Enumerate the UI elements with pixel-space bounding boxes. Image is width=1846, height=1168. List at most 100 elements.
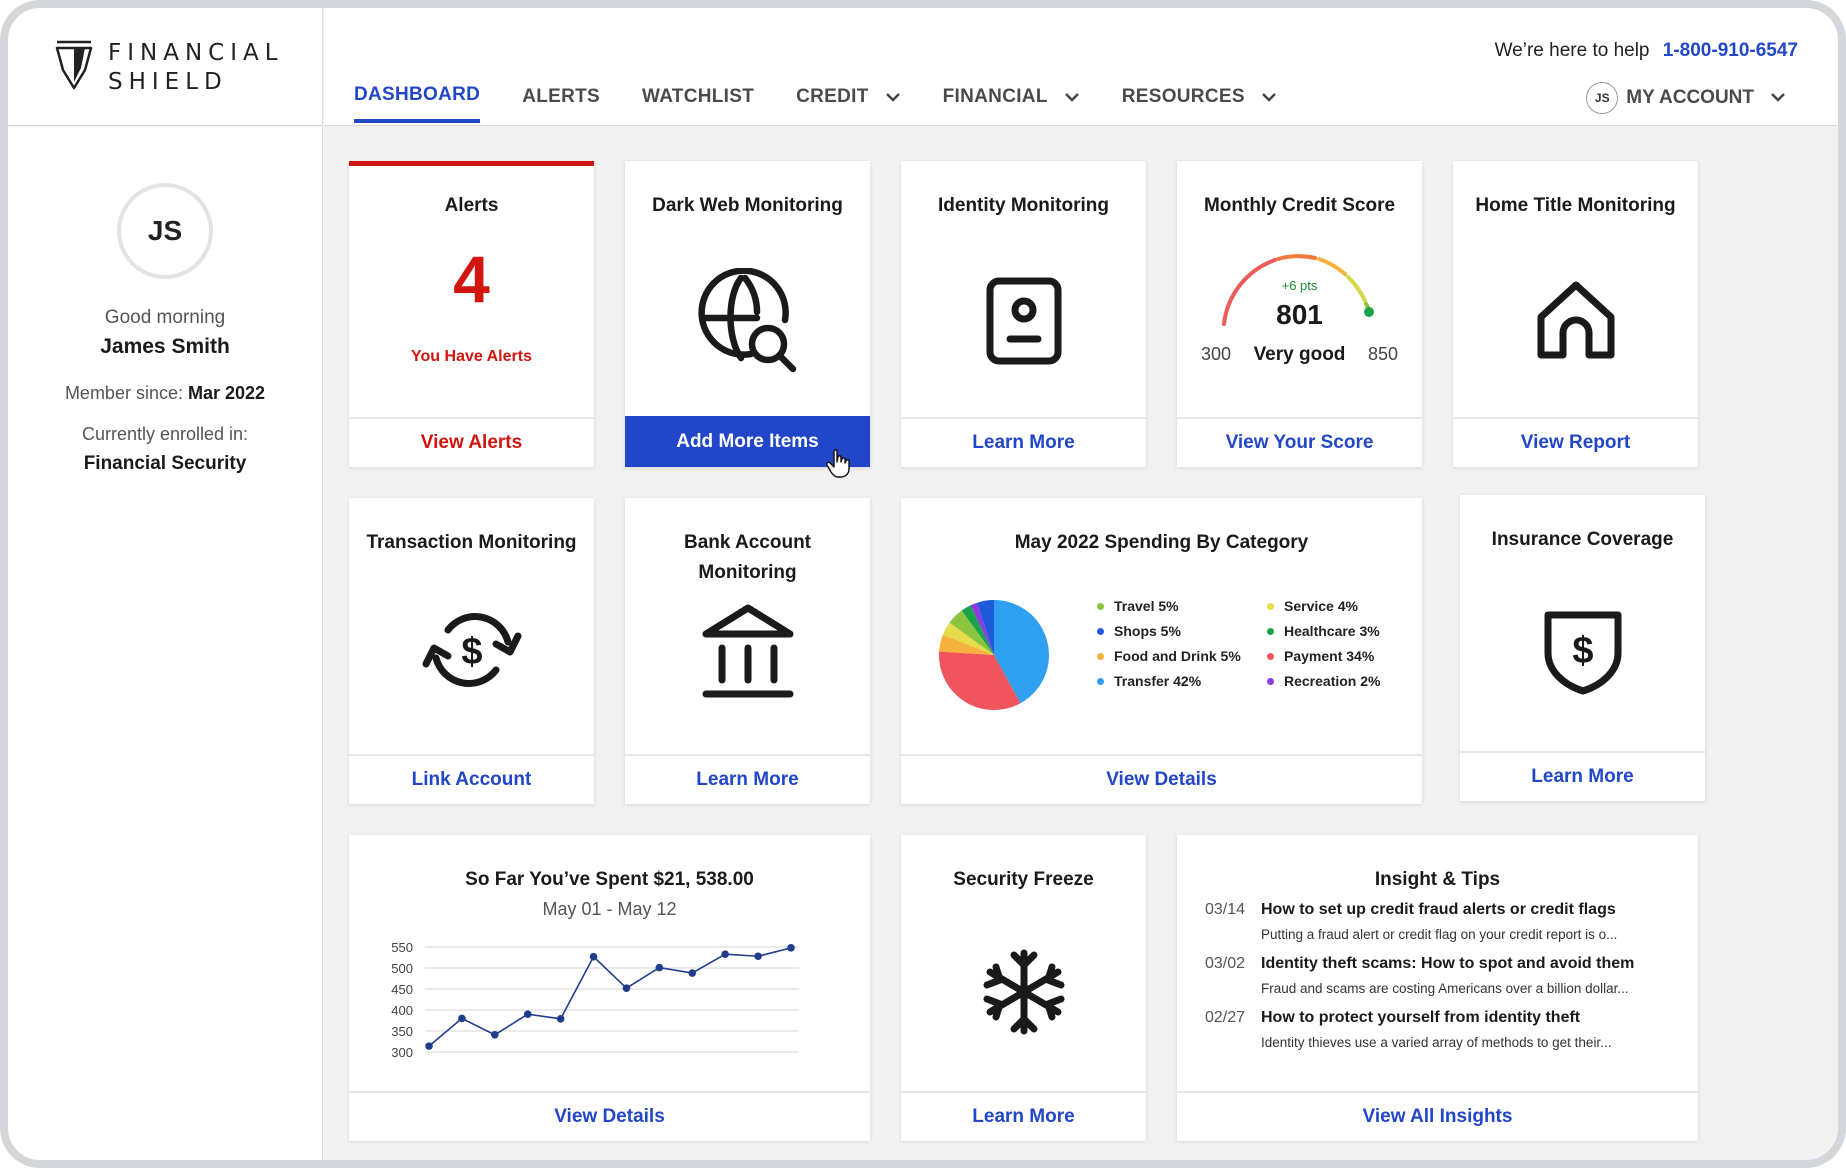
- main-nav: DASHBOARD ALERTS WATCHLIST CREDIT FINANC…: [354, 84, 1319, 123]
- y-tick-label: 450: [391, 982, 413, 997]
- nav-resources-label: RESOURCES: [1121, 86, 1245, 107]
- view-all-insights-button[interactable]: View All Insights: [1177, 1091, 1698, 1141]
- y-tick-label: 350: [391, 1024, 413, 1039]
- legend-label: Recreation 2%: [1284, 673, 1381, 689]
- data-point: [458, 1014, 466, 1023]
- spending-legend: Travel 5% Service 4% Shops 5% Healthcare…: [1097, 598, 1407, 689]
- legend-dot: [1097, 627, 1104, 635]
- tip-title: How to set up credit fraud alerts or cre…: [1261, 901, 1616, 918]
- list-item[interactable]: 03/02 Identity theft scams: How to spot a…: [1205, 955, 1678, 996]
- legend-dot: [1267, 602, 1274, 610]
- card-title: Transaction Monitoring: [366, 532, 577, 553]
- spent-view-details-button[interactable]: View Details: [349, 1091, 870, 1141]
- account-label: MY ACCOUNT: [1626, 87, 1754, 108]
- insurance-learn-more-button[interactable]: Learn More: [1460, 751, 1705, 801]
- card-title-line2: Monitoring: [698, 562, 797, 583]
- chevron-down-icon: [885, 86, 901, 108]
- greeting: Good morning: [104, 307, 226, 328]
- freeze-learn-more-button[interactable]: Learn More: [901, 1091, 1146, 1141]
- enrolled-label: Currently enrolled in:: [81, 424, 249, 444]
- brand-name: FINANCIAL SHIELD: [108, 39, 284, 97]
- legend-item: Service 4%: [1267, 598, 1407, 614]
- security-freeze-card: Security Freeze Learn More: [901, 835, 1146, 1141]
- nav-alerts[interactable]: ALERTS: [522, 84, 600, 123]
- id-badge-icon: [901, 275, 1146, 367]
- nav-credit-label: CREDIT: [796, 86, 869, 107]
- nav-watchlist-label: WATCHLIST: [642, 86, 755, 107]
- home-icon: [1453, 277, 1698, 363]
- bank-learn-more-button[interactable]: Learn More: [625, 754, 870, 804]
- member-since: Member since: Mar 2022: [8, 383, 322, 404]
- legend-label: Food and Drink 5%: [1114, 648, 1241, 664]
- account-menu[interactable]: JS MY ACCOUNT: [1586, 82, 1786, 114]
- list-item[interactable]: 03/14 How to set up credit fraud alerts o…: [1205, 901, 1678, 942]
- nav-resources[interactable]: RESOURCES: [1122, 84, 1277, 123]
- legend-dot: [1267, 652, 1274, 660]
- legend-label: Service 4%: [1284, 598, 1358, 614]
- legend-label: Transfer 42%: [1114, 673, 1202, 689]
- svg-text:$: $: [461, 631, 482, 673]
- legend-item: Recreation 2%: [1267, 673, 1407, 689]
- credit-score-value: 801: [1276, 299, 1323, 330]
- link-account-button[interactable]: Link Account: [349, 754, 594, 804]
- card-title: Insurance Coverage: [1491, 529, 1674, 550]
- alert-subtitle: You Have Alerts: [411, 348, 532, 365]
- nav-credit[interactable]: CREDIT: [796, 84, 901, 123]
- nav-dashboard[interactable]: DASHBOARD: [354, 84, 481, 123]
- y-tick-label: 550: [391, 940, 413, 955]
- brand-name-line1: FINANCIAL: [108, 40, 284, 66]
- legend-label: Payment 34%: [1284, 648, 1375, 664]
- help-phone-link[interactable]: 1-800-910-6547: [1663, 40, 1798, 61]
- legend-dot: [1097, 677, 1104, 685]
- account-avatar: JS: [1586, 82, 1619, 114]
- tip-date: 03/02: [1205, 955, 1246, 972]
- legend-dot: [1097, 602, 1104, 610]
- enrolled-plan: Financial Security: [83, 453, 247, 474]
- card-title: Bank Account Monitoring: [625, 528, 870, 588]
- legend-label: Shops 5%: [1114, 623, 1181, 639]
- card-title: Identity Monitoring: [938, 195, 1109, 216]
- data-point: [425, 1042, 433, 1050]
- legend-dot: [1267, 627, 1274, 635]
- profile-sidebar: JS Good morning James Smith Member since…: [8, 127, 323, 1160]
- nav-financial[interactable]: FINANCIAL: [943, 84, 1080, 123]
- app-window: FINANCIAL SHIELD We’re here to help 1-80…: [0, 0, 1846, 1168]
- spending-category-card: May 2022 Spending By Category Travel 5% …: [901, 498, 1422, 804]
- card-title: Home Title Monitoring: [1475, 195, 1676, 216]
- score-delta: +6 pts: [1281, 278, 1318, 293]
- score-max: 850: [1367, 344, 1398, 364]
- help-text: We’re here to help: [1494, 40, 1650, 61]
- tip-date: 02/27: [1205, 1009, 1246, 1026]
- dark-web-card: Dark Web Monitoring Add More Items: [625, 161, 870, 467]
- nav-alerts-label: ALERTS: [522, 86, 601, 107]
- alerts-card: Alerts 4 You Have Alerts View Alerts: [349, 161, 594, 467]
- nav-watchlist[interactable]: WATCHLIST: [642, 84, 754, 123]
- legend-item: Shops 5%: [1097, 623, 1267, 639]
- data-point: [787, 944, 795, 952]
- insurance-card: Insurance Coverage $ Learn More: [1460, 495, 1705, 801]
- view-report-button[interactable]: View Report: [1453, 417, 1698, 467]
- card-title: Alerts: [444, 195, 499, 216]
- data-point: [754, 952, 762, 961]
- y-tick-label: 300: [391, 1045, 413, 1060]
- shield-logo-icon: [55, 40, 93, 95]
- bank-icon: [625, 602, 870, 700]
- data-point: [655, 963, 664, 972]
- view-your-score-button[interactable]: View Your Score: [1177, 417, 1422, 467]
- data-point: [523, 1010, 532, 1018]
- legend-label: Healthcare 3%: [1284, 623, 1380, 639]
- shield-dollar-icon: $: [1460, 607, 1705, 697]
- data-point: [688, 969, 697, 977]
- card-title: Insight & Tips: [1374, 869, 1501, 890]
- card-title: So Far You’ve Spent $21, 538.00: [465, 869, 754, 890]
- home-title-card: Home Title Monitoring View Report: [1453, 161, 1698, 467]
- tip-date: 03/14: [1205, 901, 1246, 918]
- top-navigation-bar: We’re here to help 1-800-910-6547 DASHBO…: [324, 8, 1838, 126]
- identity-learn-more-button[interactable]: Learn More: [901, 417, 1146, 467]
- insights-list: 03/14 How to set up credit fraud alerts o…: [1205, 901, 1678, 1063]
- legend-item: Transfer 42%: [1097, 673, 1267, 689]
- legend-dot: [1267, 677, 1274, 685]
- view-alerts-button[interactable]: View Alerts: [349, 417, 594, 467]
- spending-view-details-button[interactable]: View Details: [901, 754, 1422, 804]
- list-item[interactable]: 02/27 How to protect yourself from identi…: [1205, 1009, 1678, 1050]
